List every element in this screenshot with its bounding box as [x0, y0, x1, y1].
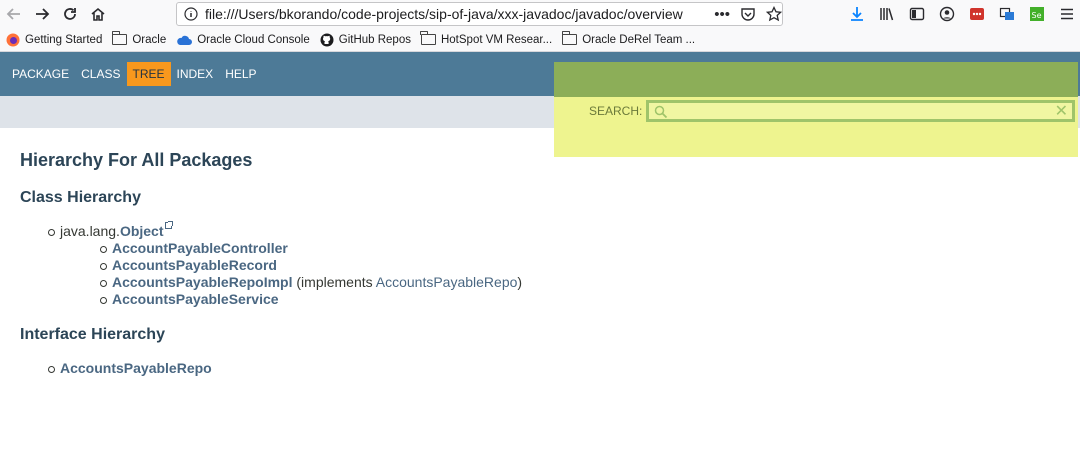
forward-arrow-icon: [36, 8, 50, 20]
bookmark-label: Oracle Cloud Console: [197, 33, 310, 46]
class-hierarchy-tree: java.lang.Object AccountPayableControlle…: [48, 221, 1060, 308]
list-item: AccountsPayableRepoImpl (implements Acco…: [100, 274, 1060, 291]
bookmark-oracle-cloud-console[interactable]: Oracle Cloud Console: [176, 34, 310, 46]
class-children: AccountPayableController AccountsPayable…: [100, 240, 1060, 308]
url-text[interactable]: file:///Users/bkorando/code-projects/sip…: [205, 6, 706, 22]
svg-text:Se: Se: [1032, 11, 1042, 20]
interface-hierarchy-heading: Interface Hierarchy: [20, 326, 165, 343]
account-icon: [939, 6, 955, 22]
extension-window-button[interactable]: [994, 1, 1020, 27]
nav-class[interactable]: CLASS: [75, 62, 126, 86]
library-icon: [880, 8, 894, 21]
url-bar[interactable]: file:///Users/bkorando/code-projects/sip…: [176, 2, 783, 26]
reset-search-icon[interactable]: ✕: [1055, 101, 1068, 121]
folder-icon: [420, 31, 436, 45]
bookmark-getting-started[interactable]: Getting Started: [6, 33, 102, 47]
search-input[interactable]: ✕: [646, 100, 1075, 122]
bookmark-label: GitHub Repos: [338, 33, 411, 46]
class-link[interactable]: AccountPayableController: [112, 240, 288, 256]
bookmark-label: Getting Started: [25, 33, 103, 46]
external-link-icon: [164, 221, 173, 229]
list-item: AccountsPayableRepo: [48, 360, 1060, 377]
bookmarks-bar: Getting Started Oracle Oracle Cloud Cons…: [0, 28, 1080, 52]
search-label: SEARCH:: [589, 104, 643, 118]
class-link[interactable]: AccountsPayableRecord: [112, 257, 277, 273]
bookmark-label: Oracle DeRel Team ...: [582, 33, 696, 46]
folder-icon: [561, 31, 578, 45]
extension-window-icon: [999, 7, 1014, 20]
download-icon: [851, 7, 863, 21]
nav-package[interactable]: PACKAGE: [6, 62, 75, 86]
reload-icon: [64, 8, 76, 20]
info-icon: [184, 7, 198, 21]
page-title: Hierarchy For All Packages: [20, 150, 253, 170]
class-hierarchy-heading: Class Hierarchy: [20, 189, 141, 206]
bookmark-label: HotSpot VM Resear...: [440, 33, 553, 46]
firefox-icon: [6, 33, 20, 46]
more-icon[interactable]: •••: [714, 6, 730, 23]
bookmark-hotspot-vm[interactable]: HotSpot VM Resear...: [420, 31, 553, 46]
implements-suffix: ): [517, 274, 523, 290]
pocket-icon[interactable]: [740, 6, 756, 22]
bookmark-oracle-derel-team[interactable]: Oracle DeRel Team ...: [561, 31, 696, 46]
forward-button[interactable]: [28, 0, 56, 28]
cloud-icon: [177, 35, 193, 45]
back-arrow-icon: [6, 8, 20, 20]
bookmark-star-icon[interactable]: [766, 6, 782, 22]
interface-link[interactable]: AccountsPayableRepo: [376, 274, 518, 290]
class-link[interactable]: AccountsPayableService: [112, 291, 279, 307]
nav-help[interactable]: HELP: [219, 62, 262, 86]
menu-button[interactable]: [1054, 1, 1080, 27]
folder-icon: [111, 31, 128, 45]
library-button[interactable]: [874, 1, 900, 27]
search-icon: [654, 105, 668, 119]
implements-prefix: (implements: [292, 274, 376, 290]
extension-se-button[interactable]: Se: [1024, 1, 1050, 27]
list-item: AccountPayableController: [100, 240, 1060, 257]
interface-hierarchy-tree: AccountsPayableRepo: [48, 360, 1060, 377]
sidebar-button[interactable]: [904, 1, 930, 27]
reload-button[interactable]: [56, 0, 84, 28]
root-package-prefix: java.lang.: [60, 223, 120, 239]
hamburger-icon: [1061, 8, 1073, 20]
site-info-button[interactable]: [177, 7, 205, 21]
home-icon: [91, 7, 105, 21]
home-button[interactable]: [84, 0, 112, 28]
list-item: AccountsPayableService: [100, 291, 1060, 308]
interface-link[interactable]: AccountsPayableRepo: [60, 360, 212, 376]
class-link[interactable]: AccountsPayableRepoImpl: [112, 274, 293, 290]
account-button[interactable]: [934, 1, 960, 27]
browser-toolbar: file:///Users/bkorando/code-projects/sip…: [0, 0, 1080, 28]
extension-dots-icon: [970, 8, 984, 20]
bookmark-label: Oracle: [132, 33, 167, 46]
search-highlight-top: [554, 62, 1078, 97]
list-item: AccountsPayableRecord: [100, 257, 1060, 274]
tree-root-item: java.lang.Object AccountPayableControlle…: [48, 221, 1060, 308]
github-icon: [320, 33, 334, 46]
selenium-icon: Se: [1030, 7, 1044, 21]
nav-index[interactable]: INDEX: [171, 62, 220, 86]
back-button[interactable]: [0, 0, 28, 28]
bookmark-github-repos[interactable]: GitHub Repos: [320, 33, 411, 47]
sidebar-icon: [909, 7, 925, 21]
extension-red-button[interactable]: [964, 1, 990, 27]
main-content: Hierarchy For All Packages Class Hierarc…: [20, 128, 1060, 377]
nav-tree[interactable]: TREE: [126, 62, 171, 86]
bookmark-oracle[interactable]: Oracle: [111, 31, 167, 46]
downloads-button[interactable]: [844, 1, 870, 27]
root-class-link[interactable]: Object: [120, 223, 164, 239]
